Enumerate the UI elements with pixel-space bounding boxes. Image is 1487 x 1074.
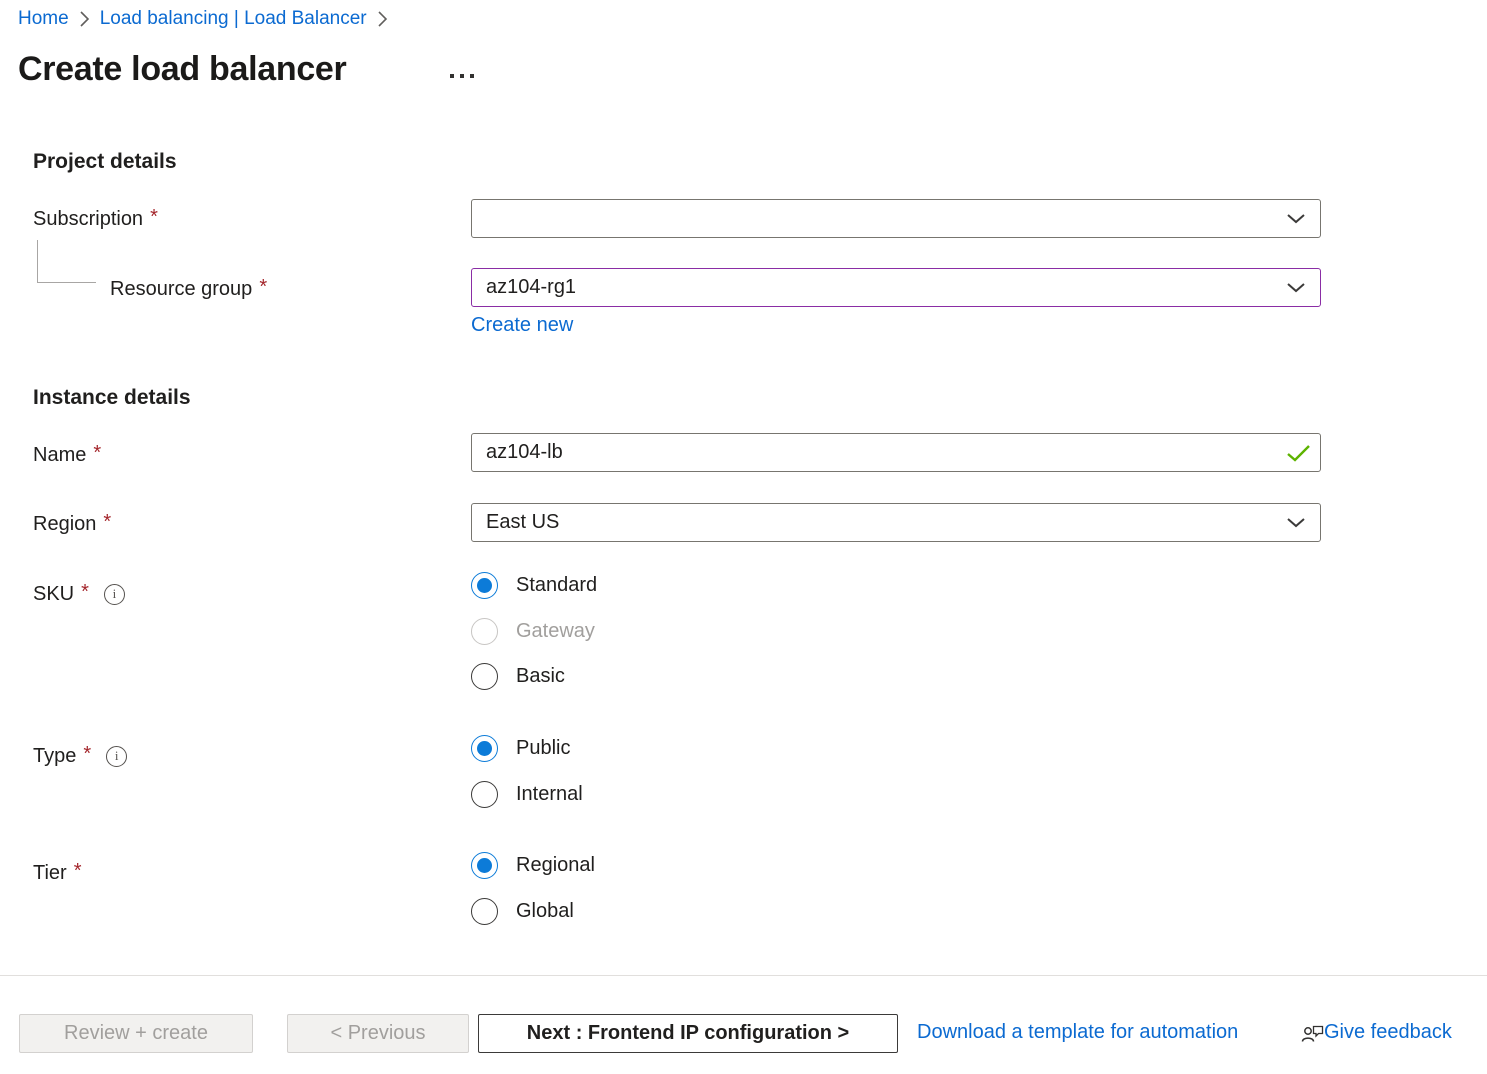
name-label-text: Name — [33, 442, 86, 468]
tier-option-global[interactable]: Global — [471, 898, 574, 925]
create-new-link[interactable]: Create new — [471, 314, 573, 337]
required-marker: * — [81, 579, 89, 605]
required-marker: * — [93, 440, 101, 466]
subscription-dropdown[interactable] — [471, 199, 1321, 238]
sku-label: SKU * i — [33, 581, 125, 607]
name-label: Name * — [33, 442, 101, 468]
chevron-down-icon — [1286, 517, 1306, 528]
validation-success-icon — [1286, 444, 1311, 463]
required-marker: * — [259, 274, 267, 300]
chevron-right-icon — [377, 10, 388, 28]
radio-option-label: Global — [516, 898, 574, 925]
review-create-button[interactable]: Review + create — [19, 1014, 253, 1053]
region-label-text: Region — [33, 511, 96, 537]
radio-unselected-icon[interactable] — [471, 781, 498, 808]
breadcrumb-home-link[interactable]: Home — [18, 8, 69, 30]
radio-selected-icon[interactable] — [471, 572, 498, 599]
type-option-internal[interactable]: Internal — [471, 781, 583, 808]
subscription-label: Subscription * — [33, 206, 158, 232]
type-option-public[interactable]: Public — [471, 735, 570, 762]
region-value: East US — [486, 511, 559, 534]
radio-unselected-icon[interactable] — [471, 663, 498, 690]
info-icon[interactable]: i — [106, 746, 127, 767]
create-load-balancer-page: Home Load balancing | Load Balancer Crea… — [0, 0, 1487, 1074]
resource-group-dropdown[interactable]: az104-rg1 — [471, 268, 1321, 307]
breadcrumb: Home Load balancing | Load Balancer — [18, 8, 388, 30]
more-options-icon[interactable] — [450, 74, 474, 78]
resource-group-label-text: Resource group — [110, 276, 252, 302]
sku-label-text: SKU — [33, 581, 74, 607]
tier-label-text: Tier — [33, 860, 67, 886]
radio-option-label: Regional — [516, 852, 595, 879]
footer-divider — [0, 975, 1487, 976]
type-label: Type * i — [33, 743, 127, 769]
radio-option-label: Basic — [516, 663, 565, 690]
type-label-text: Type — [33, 743, 76, 769]
give-feedback-link[interactable]: Give feedback — [1324, 1021, 1452, 1044]
chevron-right-icon — [79, 10, 90, 28]
radio-option-label: Public — [516, 735, 570, 762]
required-marker: * — [74, 858, 82, 884]
radio-unselected-icon[interactable] — [471, 898, 498, 925]
radio-selected-icon[interactable] — [471, 852, 498, 879]
subscription-label-text: Subscription — [33, 206, 143, 232]
radio-option-label: Gateway — [516, 618, 595, 645]
download-template-link[interactable]: Download a template for automation — [917, 1021, 1238, 1044]
radio-option-label: Standard — [516, 572, 597, 599]
required-marker: * — [103, 509, 111, 535]
info-icon[interactable]: i — [104, 584, 125, 605]
radio-option-label: Internal — [516, 781, 583, 808]
required-marker: * — [150, 204, 158, 230]
required-marker: * — [83, 741, 91, 767]
breadcrumb-load-balancing-link[interactable]: Load balancing | Load Balancer — [100, 8, 367, 30]
resource-group-connector — [37, 240, 96, 283]
sku-option-gateway: Gateway — [471, 618, 595, 645]
feedback-icon — [1301, 1022, 1324, 1049]
chevron-down-icon — [1286, 213, 1306, 224]
radio-selected-icon[interactable] — [471, 735, 498, 762]
region-dropdown[interactable]: East US — [471, 503, 1321, 542]
resource-group-value: az104-rg1 — [486, 276, 576, 299]
chevron-down-icon — [1286, 282, 1306, 293]
region-label: Region * — [33, 511, 111, 537]
name-input[interactable] — [471, 433, 1321, 472]
sku-option-standard[interactable]: Standard — [471, 572, 597, 599]
radio-disabled-icon — [471, 618, 498, 645]
page-title: Create load balancer — [18, 50, 346, 89]
next-frontend-ip-button[interactable]: Next : Frontend IP configuration > — [478, 1014, 898, 1053]
project-details-heading: Project details — [33, 150, 177, 174]
instance-details-heading: Instance details — [33, 386, 191, 410]
resource-group-label: Resource group * — [110, 276, 267, 302]
previous-button[interactable]: < Previous — [287, 1014, 469, 1053]
tier-option-regional[interactable]: Regional — [471, 852, 595, 879]
sku-option-basic[interactable]: Basic — [471, 663, 565, 690]
tier-label: Tier * — [33, 860, 82, 886]
